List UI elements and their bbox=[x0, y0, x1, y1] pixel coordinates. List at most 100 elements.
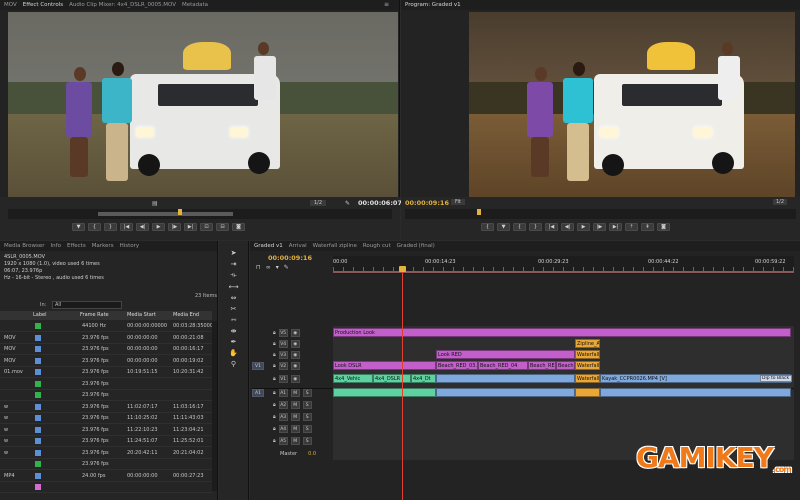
source-patch[interactable] bbox=[252, 329, 264, 337]
label-color-swatch[interactable] bbox=[35, 438, 41, 444]
program-mark-in-button[interactable]: { bbox=[481, 223, 494, 231]
track-target[interactable]: V2 bbox=[278, 362, 288, 370]
source-patch[interactable] bbox=[252, 437, 264, 445]
source-patch[interactable] bbox=[252, 401, 264, 409]
toggle-output-icon[interactable]: ◉ bbox=[290, 362, 300, 370]
tab-waterfall-zipline[interactable]: Waterfall zipline bbox=[313, 243, 357, 249]
mute-button[interactable]: M bbox=[290, 389, 300, 397]
master-volume[interactable]: 0.0 bbox=[308, 451, 316, 457]
snap-icon[interactable]: ⊓ bbox=[256, 264, 261, 271]
project-row[interactable]: w 23.976 fps 11:02:07:17 11:03:16:17 bbox=[0, 402, 212, 413]
film-icon[interactable]: ▤ bbox=[152, 200, 158, 207]
export-frame-button[interactable]: ◙ bbox=[232, 223, 245, 231]
timeline-settings-icon[interactable]: ✎ bbox=[284, 264, 289, 271]
lock-icon[interactable]: 🔒︎ bbox=[273, 414, 276, 420]
clip-look-dslr[interactable]: Look DSLR bbox=[333, 361, 436, 370]
clip-beach-red-04[interactable]: Beach_RED_04 bbox=[478, 361, 528, 370]
overwrite-button[interactable]: ⊟ bbox=[216, 223, 229, 231]
tab-metadata[interactable]: Metadata bbox=[182, 2, 208, 8]
project-row[interactable]: w 23.976 fps 11:24:51:07 11:25:52:01 bbox=[0, 436, 212, 447]
project-row[interactable]: w 23.976 fps 11:22:10:23 11:23:04:21 bbox=[0, 425, 212, 436]
panel-menu-icon[interactable]: ≡ bbox=[384, 1, 389, 8]
master-track-header[interactable]: Master 0.0 bbox=[252, 449, 332, 459]
program-bracket-in-button[interactable]: { bbox=[513, 223, 526, 231]
track-header[interactable]: 🔒︎ V4 ◉ bbox=[252, 339, 332, 349]
timeline-playhead[interactable] bbox=[402, 266, 403, 500]
tab-effects[interactable]: Effects bbox=[67, 243, 86, 249]
timeline-timecode[interactable]: 00:00:09:16 bbox=[268, 254, 312, 262]
source-patch[interactable] bbox=[252, 375, 264, 383]
slide-tool-icon[interactable]: ⇼ bbox=[231, 327, 237, 335]
zoom-tool-icon[interactable]: ⚲ bbox=[231, 360, 236, 368]
solo-button[interactable]: S bbox=[302, 389, 312, 397]
solo-button[interactable]: S bbox=[302, 413, 312, 421]
track-header[interactable]: 🔒︎ V1 ◉ bbox=[252, 374, 332, 384]
lock-icon[interactable]: 🔒︎ bbox=[273, 376, 276, 382]
label-color-swatch[interactable] bbox=[35, 472, 41, 479]
project-row[interactable] bbox=[0, 482, 212, 493]
project-row[interactable]: 23.976 fps bbox=[0, 390, 212, 401]
track-target[interactable]: A3 bbox=[278, 413, 288, 421]
project-row[interactable]: w 23.976 fps 11:10:25:02 11:11:43:03 bbox=[0, 413, 212, 424]
track-header[interactable]: 🔒︎ V3 ◉ bbox=[252, 350, 332, 360]
pen-tool-icon[interactable]: ✒ bbox=[231, 338, 237, 346]
label-color-swatch[interactable] bbox=[35, 403, 41, 410]
clip-beach-re-a[interactable]: Beach_RE bbox=[528, 361, 556, 370]
clip-4x4-dslr[interactable]: 4x4_DSLR bbox=[373, 374, 411, 383]
project-scrollbar[interactable] bbox=[212, 321, 217, 491]
source-fit-select[interactable]: 1/2 bbox=[310, 200, 327, 206]
program-bracket-out-button[interactable]: } bbox=[529, 223, 542, 231]
label-color-swatch[interactable] bbox=[35, 392, 41, 398]
clip-waterfall-v3[interactable]: Waterfall bbox=[575, 361, 600, 370]
clip-zipline[interactable]: Zipline_A bbox=[575, 339, 600, 348]
project-row[interactable]: 23.976 fps bbox=[0, 459, 212, 470]
label-color-swatch[interactable] bbox=[35, 484, 41, 490]
play-button[interactable]: ▶ bbox=[152, 223, 165, 231]
mark-out-button[interactable]: } bbox=[104, 223, 117, 231]
source-patch[interactable] bbox=[252, 340, 264, 348]
clip-waterfall-v1[interactable]: Waterfall bbox=[575, 374, 600, 383]
track-header[interactable]: V1 🔒︎ V2 ◉ bbox=[252, 361, 332, 371]
track-header[interactable]: 🔒︎ A5 M S bbox=[252, 436, 332, 446]
project-row[interactable]: 23.976 fps bbox=[0, 379, 212, 390]
wrench-icon[interactable]: ✎ bbox=[345, 200, 350, 207]
label-color-swatch[interactable] bbox=[35, 346, 41, 352]
go-to-in-button[interactable]: |◀ bbox=[120, 223, 133, 231]
track-target[interactable]: A4 bbox=[278, 425, 288, 433]
col-label[interactable]: Label bbox=[33, 312, 47, 318]
transition-dip-to-black[interactable]: Dip to Black bbox=[760, 375, 792, 382]
project-row[interactable]: 01.mov 23.976 fps 10:19:51:15 10:20:31:42 bbox=[0, 367, 212, 378]
program-play-button[interactable]: ▶ bbox=[577, 223, 590, 231]
project-row[interactable]: MOV 23.976 fps 00:00:00:00 00:00:19:02 bbox=[0, 356, 212, 367]
toggle-output-icon[interactable]: ◉ bbox=[290, 340, 300, 348]
linked-selection-icon[interactable]: ∞ bbox=[266, 264, 271, 271]
in-select[interactable]: All bbox=[52, 301, 122, 309]
lock-icon[interactable]: 🔒︎ bbox=[273, 426, 276, 432]
source-patch[interactable] bbox=[252, 425, 264, 433]
project-row[interactable]: 44100 Hz 00:00:00:00000 00:03:28:35000 bbox=[0, 321, 213, 332]
project-row[interactable]: MOV 23.976 fps 00:00:00:00 00:00:16:17 bbox=[0, 344, 212, 355]
selection-tool-icon[interactable]: ➤ bbox=[231, 249, 237, 257]
lock-icon[interactable]: 🔒︎ bbox=[273, 341, 276, 347]
program-fit-select[interactable]: Fit bbox=[451, 199, 465, 205]
label-color-swatch[interactable] bbox=[35, 323, 41, 329]
label-color-swatch[interactable] bbox=[35, 369, 41, 375]
source-playhead[interactable] bbox=[178, 209, 182, 215]
col-media-end[interactable]: Media End bbox=[173, 312, 199, 318]
clip-look-red[interactable]: Look RED bbox=[436, 350, 575, 359]
label-color-swatch[interactable] bbox=[35, 449, 41, 456]
track-header[interactable]: 🔒︎ V5 ◉ bbox=[252, 328, 332, 338]
track-target[interactable]: V1 bbox=[278, 375, 288, 383]
track-header[interactable]: 🔒︎ A4 M S bbox=[252, 424, 332, 434]
source-patch[interactable]: A1 bbox=[252, 389, 264, 397]
program-playhead[interactable] bbox=[477, 209, 481, 215]
track-header[interactable]: 🔒︎ A2 M S bbox=[252, 400, 332, 410]
go-to-out-button[interactable]: ▶| bbox=[184, 223, 197, 231]
razor-tool-icon[interactable]: ✂ bbox=[231, 305, 237, 313]
track-target[interactable]: A2 bbox=[278, 401, 288, 409]
insert-button[interactable]: ⊡ bbox=[200, 223, 213, 231]
track-target[interactable]: V4 bbox=[278, 340, 288, 348]
mark-in-button[interactable]: { bbox=[88, 223, 101, 231]
lift-button[interactable]: ⇡ bbox=[625, 223, 638, 231]
slip-tool-icon[interactable]: ⇿ bbox=[231, 316, 237, 324]
